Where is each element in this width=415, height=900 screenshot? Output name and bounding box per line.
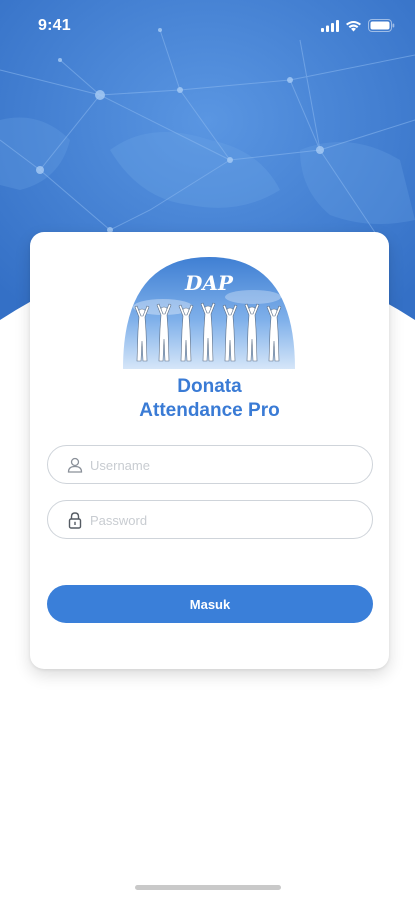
dap-logo: DAP — [123, 257, 295, 369]
home-indicator — [135, 885, 281, 890]
user-icon — [67, 457, 83, 473]
logo-text: DAP — [184, 271, 234, 295]
login-button[interactable]: Masuk — [47, 585, 373, 623]
cellular-signal-icon — [321, 19, 339, 32]
status-time: 9:41 — [38, 17, 71, 34]
status-icons — [321, 19, 395, 32]
username-input[interactable] — [90, 454, 360, 476]
username-field[interactable] — [47, 445, 373, 484]
password-input[interactable] — [90, 509, 360, 531]
status-bar: 9:41 — [0, 0, 415, 54]
lock-icon — [68, 512, 82, 529]
app-title-line2: Attendance Pro — [139, 400, 280, 421]
wifi-icon — [346, 20, 361, 31]
battery-icon — [368, 19, 395, 32]
login-card: DAP Donata Attendance Pro Masuk — [30, 232, 389, 669]
app-title-line1: Donata — [177, 376, 242, 397]
password-field[interactable] — [47, 500, 373, 539]
